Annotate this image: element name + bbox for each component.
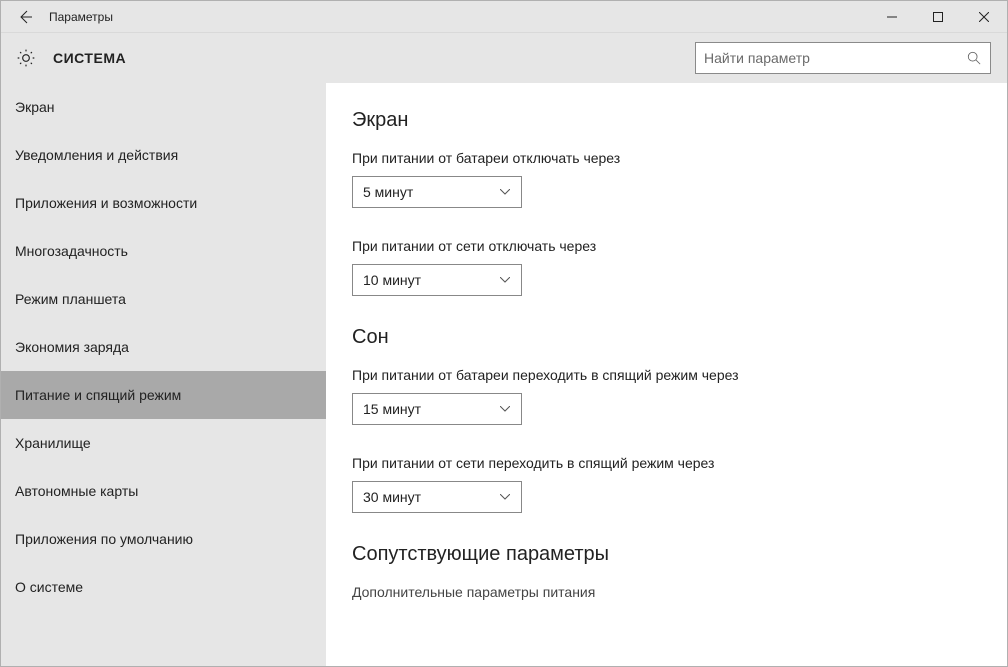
sidebar-item-label: Экран [15, 99, 55, 115]
sidebar-item-label: Уведомления и действия [15, 147, 178, 163]
battery-sleep-label: При питании от батареи переходить в спящ… [352, 367, 995, 383]
section-heading-screen: Экран [352, 109, 995, 132]
sidebar-item-offline-maps[interactable]: Автономные карты [1, 467, 326, 515]
plugged-sleep-dropdown[interactable]: 30 минут [352, 481, 522, 513]
body: Экран Уведомления и действия Приложения … [1, 83, 1007, 666]
sidebar-item-label: Автономные карты [15, 483, 138, 499]
sidebar-item-default-apps[interactable]: Приложения по умолчанию [1, 515, 326, 563]
battery-screen-off-dropdown[interactable]: 5 минут [352, 176, 522, 208]
section-heading-sleep: Сон [352, 326, 995, 349]
sidebar-item-notifications[interactable]: Уведомления и действия [1, 131, 326, 179]
header: СИСТЕМА [1, 33, 1007, 83]
maximize-icon [933, 12, 943, 22]
battery-sleep-dropdown[interactable]: 15 минут [352, 393, 522, 425]
plugged-sleep-label: При питании от сети переходить в спящий … [352, 455, 995, 471]
chevron-down-icon [499, 403, 511, 415]
window-title: Параметры [49, 10, 113, 24]
search-input[interactable] [704, 50, 966, 66]
dropdown-value: 15 минут [363, 401, 421, 417]
chevron-down-icon [499, 491, 511, 503]
settings-window: Параметры СИСТЕМА Э [0, 0, 1008, 667]
back-button[interactable] [15, 7, 35, 27]
sidebar-item-label: Приложения по умолчанию [15, 531, 193, 547]
dropdown-value: 5 минут [363, 184, 413, 200]
sidebar-item-screen[interactable]: Экран [1, 83, 326, 131]
plugged-screen-off-label: При питании от сети отключать через [352, 238, 995, 254]
chevron-down-icon [499, 186, 511, 198]
sidebar-item-tablet-mode[interactable]: Режим планшета [1, 275, 326, 323]
sidebar-item-label: О системе [15, 579, 83, 595]
sidebar-item-battery-saver[interactable]: Экономия заряда [1, 323, 326, 371]
dropdown-value: 30 минут [363, 489, 421, 505]
page-title: СИСТЕМА [53, 50, 126, 66]
sidebar-item-label: Экономия заряда [15, 339, 129, 355]
sidebar-item-storage[interactable]: Хранилище [1, 419, 326, 467]
sidebar-item-apps[interactable]: Приложения и возможности [1, 179, 326, 227]
close-icon [979, 12, 989, 22]
sidebar-item-label: Хранилище [15, 435, 91, 451]
arrow-left-icon [17, 9, 33, 25]
close-button[interactable] [961, 1, 1007, 33]
sidebar: Экран Уведомления и действия Приложения … [1, 83, 326, 666]
sidebar-item-label: Режим планшета [15, 291, 126, 307]
battery-screen-off-label: При питании от батареи отключать через [352, 150, 995, 166]
minimize-icon [887, 12, 897, 22]
section-heading-related: Сопутствующие параметры [352, 543, 995, 566]
dropdown-value: 10 минут [363, 272, 421, 288]
content-pane: Экран При питании от батареи отключать ч… [326, 83, 1007, 666]
sidebar-item-multitasking[interactable]: Многозадачность [1, 227, 326, 275]
sidebar-item-power-sleep[interactable]: Питание и спящий режим [1, 371, 326, 419]
sidebar-item-label: Приложения и возможности [15, 195, 197, 211]
sidebar-item-about[interactable]: О системе [1, 563, 326, 611]
chevron-down-icon [499, 274, 511, 286]
search-icon [966, 50, 982, 66]
titlebar: Параметры [1, 1, 1007, 33]
sidebar-item-label: Многозадачность [15, 243, 128, 259]
plugged-screen-off-dropdown[interactable]: 10 минут [352, 264, 522, 296]
search-field[interactable] [695, 42, 991, 74]
sidebar-item-label: Питание и спящий режим [15, 387, 181, 403]
window-controls [869, 1, 1007, 33]
gear-icon [15, 47, 37, 69]
additional-power-settings-link[interactable]: Дополнительные параметры питания [352, 584, 995, 600]
maximize-button[interactable] [915, 1, 961, 33]
minimize-button[interactable] [869, 1, 915, 33]
